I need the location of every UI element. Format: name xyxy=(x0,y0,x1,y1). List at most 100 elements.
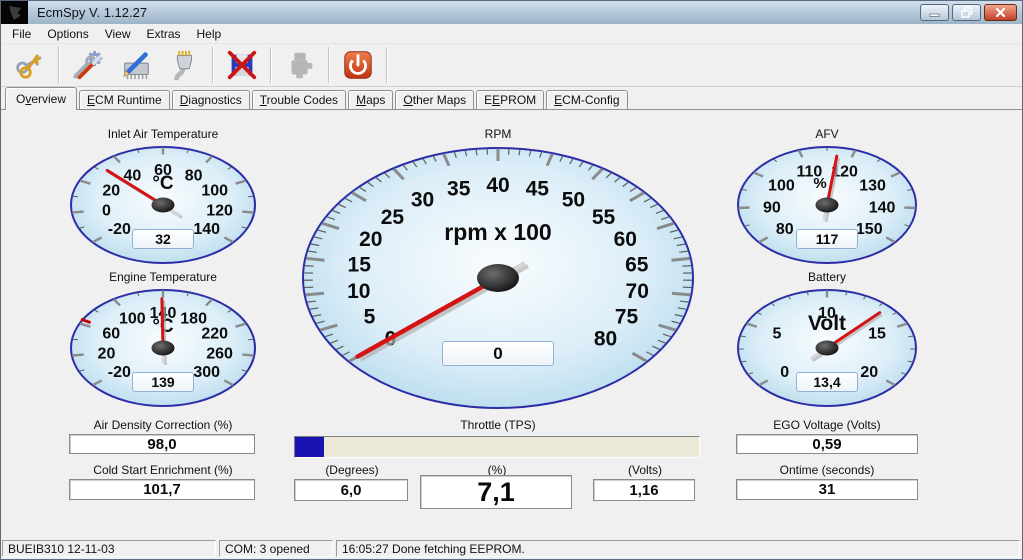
tab-ecm-runtime[interactable]: ECM Runtime xyxy=(79,90,170,109)
engine-icon xyxy=(283,48,317,82)
svg-text:0: 0 xyxy=(780,364,789,381)
gauge-value-box: 32 xyxy=(132,229,194,249)
tools-icon xyxy=(71,48,105,82)
tab-other-maps[interactable]: Other Maps xyxy=(395,90,474,109)
svg-text:55: 55 xyxy=(592,206,616,229)
svg-text:25: 25 xyxy=(381,206,405,229)
throttle-percent-value: 7,1 xyxy=(420,475,572,509)
svg-text:15: 15 xyxy=(348,253,372,276)
throttle-fill xyxy=(295,437,324,457)
restore-button[interactable] xyxy=(952,4,981,21)
svg-text:90: 90 xyxy=(763,200,781,217)
tab-eeprom[interactable]: EEPROM xyxy=(476,90,544,109)
svg-text:10: 10 xyxy=(347,280,370,303)
svg-text:220: 220 xyxy=(201,326,228,343)
svg-text:rpm x 100: rpm x 100 xyxy=(444,219,551,245)
save-cancel-button[interactable] xyxy=(218,45,266,85)
svg-text:15: 15 xyxy=(868,326,886,343)
svg-text:-20: -20 xyxy=(108,364,131,381)
throttle-volts-value: 1,16 xyxy=(593,479,695,501)
tab-maps[interactable]: Maps xyxy=(348,90,393,109)
air-density-label: Air Density Correction (%) xyxy=(66,418,260,432)
svg-text:70: 70 xyxy=(626,280,649,303)
svg-text:5: 5 xyxy=(773,326,782,343)
menu-file[interactable]: File xyxy=(4,26,39,42)
throttle-degrees-label: (Degrees) xyxy=(294,463,410,477)
gauge-dial: 05101520253035404550556065707580rpm x 10… xyxy=(299,143,697,413)
tab-overview[interactable]: Overview xyxy=(5,87,77,110)
toolbar-separator xyxy=(270,47,272,83)
tab-bar: OverviewECM RuntimeDiagnosticsTrouble Co… xyxy=(1,87,1022,110)
cold-start-label: Cold Start Enrichment (%) xyxy=(66,463,260,477)
svg-text:80: 80 xyxy=(594,328,617,351)
menu-extras[interactable]: Extras xyxy=(139,26,189,42)
gauge-title: RPM xyxy=(299,127,697,143)
toolbar-separator xyxy=(212,47,214,83)
svg-text:120: 120 xyxy=(206,202,233,219)
svg-text:0: 0 xyxy=(102,202,111,219)
gauge-title: Engine Temperature xyxy=(66,270,260,286)
ego-voltage-value: 0,59 xyxy=(736,434,918,454)
svg-text:100: 100 xyxy=(768,178,795,195)
svg-text:130: 130 xyxy=(859,178,886,195)
svg-text:100: 100 xyxy=(119,310,146,327)
throttle-degrees-value: 6,0 xyxy=(294,479,408,501)
tab-diagnostics[interactable]: Diagnostics xyxy=(172,90,250,109)
svg-text:20: 20 xyxy=(102,183,120,200)
app-window: EcmSpy V. 1.12.27 File Options View Extr… xyxy=(0,0,1023,560)
svg-text:%: % xyxy=(813,175,826,192)
gauge-value-box: 0 xyxy=(442,341,554,366)
power-button[interactable] xyxy=(334,45,382,85)
status-bar: BUEIB310 12-11-03 COM: 3 opened 16:05:27… xyxy=(1,539,1022,559)
svg-text:80: 80 xyxy=(776,221,794,238)
inlet-air-temperature-gauge: Inlet Air Temperature -20020406080100120… xyxy=(66,127,260,267)
window-controls xyxy=(920,4,1017,21)
menu-view[interactable]: View xyxy=(97,26,139,42)
save-cancel-icon xyxy=(225,48,259,82)
afv-gauge: AFV 8090100110120130140150% 117 xyxy=(733,127,921,267)
svg-text:20: 20 xyxy=(359,228,382,251)
gauge-title: Battery xyxy=(733,270,921,286)
chip-edit-button[interactable] xyxy=(112,45,160,85)
cold-start-value: 101,7 xyxy=(69,479,255,500)
gauge-title: Inlet Air Temperature xyxy=(66,127,260,143)
toolbar-separator xyxy=(386,47,388,83)
svg-text:150: 150 xyxy=(856,221,883,238)
minimize-button[interactable] xyxy=(920,4,949,21)
tab-trouble-codes[interactable]: Trouble Codes xyxy=(252,90,346,109)
svg-text:80: 80 xyxy=(185,167,203,184)
overview-page: Inlet Air Temperature -20020406080100120… xyxy=(1,110,1022,539)
throttle-volts-label: (Volts) xyxy=(593,463,697,477)
menu-options[interactable]: Options xyxy=(39,26,96,42)
close-button[interactable] xyxy=(984,4,1017,21)
menu-help[interactable]: Help xyxy=(189,26,230,42)
gauge-value-box: 117 xyxy=(796,229,858,249)
tools-button[interactable] xyxy=(64,45,112,85)
restore-icon xyxy=(961,7,973,18)
throttle-label: Throttle (TPS) xyxy=(296,418,700,432)
connector-button[interactable] xyxy=(160,45,208,85)
rpm-gauge: RPM 05101520253035404550556065707580rpm … xyxy=(299,127,697,413)
svg-text:300: 300 xyxy=(193,364,220,381)
svg-text:Volt: Volt xyxy=(808,312,846,335)
app-icon[interactable] xyxy=(1,1,28,24)
svg-text:20: 20 xyxy=(860,364,878,381)
tab-ecm-config[interactable]: ECM-Config xyxy=(546,90,627,109)
ontime-label: Ontime (seconds) xyxy=(733,463,921,477)
svg-text:-20: -20 xyxy=(108,221,131,238)
chip-edit-icon xyxy=(119,48,153,82)
svg-text:°C: °C xyxy=(152,173,174,194)
engine-button-disabled xyxy=(276,45,324,85)
ecmspy-logo-icon xyxy=(6,4,24,22)
status-message: 16:05:27 Done fetching EEPROM. xyxy=(336,540,1020,557)
close-icon xyxy=(995,7,1006,18)
gauge-title: AFV xyxy=(733,127,921,143)
svg-text:75: 75 xyxy=(615,305,639,328)
toolbar-separator xyxy=(58,47,60,83)
keys-button[interactable] xyxy=(6,45,54,85)
air-density-value: 98,0 xyxy=(69,434,255,454)
svg-text:60: 60 xyxy=(102,326,120,343)
gauge-value-box: 13,4 xyxy=(796,372,858,392)
minimize-icon xyxy=(929,8,940,17)
svg-text:140: 140 xyxy=(869,200,896,217)
